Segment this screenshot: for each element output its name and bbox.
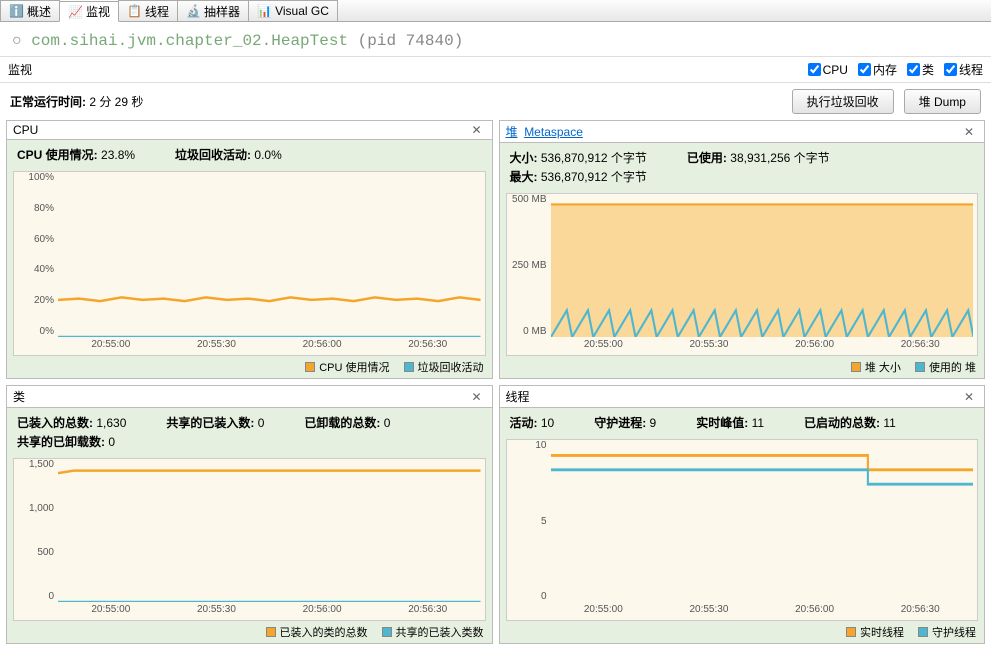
tab-threads[interactable]: 📋 线程 <box>118 0 178 21</box>
process-class: com.sihai.jvm.chapter_02.HeapTest <box>31 32 348 50</box>
tab-label: 抽样器 <box>204 3 240 20</box>
top-tabs: ℹ️ 概述 📈 监视 📋 线程 🔬 抽样器 📊 Visual GC <box>0 0 991 22</box>
tab-label: 概述 <box>27 3 51 20</box>
runtime-label: 正常运行时间: <box>10 95 86 109</box>
threads-title: 线程 <box>506 388 960 405</box>
swatch-icon <box>404 362 414 372</box>
close-icon[interactable]: ✕ <box>467 123 485 137</box>
cpu-usage-label: CPU 使用情况: <box>17 148 98 162</box>
runtime-row: 正常运行时间: 2 分 29 秒 执行垃圾回收 堆 Dump <box>0 83 991 120</box>
charts-grid: CPU✕ CPU 使用情况: 23.8% 垃圾回收活动: 0.0% 100%80… <box>0 120 991 650</box>
metric-toggles: CPU 内存 类 线程 <box>808 61 983 78</box>
info-icon: ℹ️ <box>9 4 23 18</box>
swatch-icon <box>305 362 315 372</box>
cpu-checkbox[interactable] <box>808 63 821 76</box>
cpu-gc-value: 0.0% <box>254 148 281 162</box>
tab-label: 线程 <box>145 3 169 20</box>
cpu-title: CPU <box>13 123 467 137</box>
close-icon[interactable]: ✕ <box>960 390 978 404</box>
threads-active-value: 10 <box>541 416 554 430</box>
tab-monitor[interactable]: 📈 监视 <box>59 1 119 22</box>
heap-dump-button[interactable]: 堆 Dump <box>904 89 981 114</box>
cpu-ylabels: 100%80%60%40%20%0% <box>16 172 54 337</box>
swatch-icon <box>846 627 856 637</box>
swatch-icon <box>915 362 925 372</box>
check-classes[interactable]: 类 <box>907 61 934 78</box>
cpu-panel: CPU✕ CPU 使用情况: 23.8% 垃圾回收活动: 0.0% 100%80… <box>6 120 493 379</box>
heap-plot: 500 MB250 MB0 MB 20:55:0020:55:3020:56:0… <box>506 193 979 356</box>
threads-checkbox[interactable] <box>944 63 957 76</box>
heap-used-value: 38,931,256 个字节 <box>730 151 829 165</box>
cpu-usage-value: 23.8% <box>101 148 135 162</box>
process-pid: (pid 74840) <box>358 32 464 50</box>
metaspace-link[interactable]: Metaspace <box>524 125 583 139</box>
sub-header-label: 监视 <box>8 61 808 78</box>
sampler-icon: 🔬 <box>186 4 200 18</box>
close-icon[interactable]: ✕ <box>960 125 978 139</box>
heap-max-value: 536,870,912 个字节 <box>541 170 647 184</box>
cpu-plot: 100%80%60%40%20%0% 20:55:0020:55:3020:56… <box>13 171 486 356</box>
check-cpu[interactable]: CPU <box>808 61 848 78</box>
runtime-value: 2 分 29 秒 <box>89 95 143 109</box>
title-bar: ○ com.sihai.jvm.chapter_02.HeapTest (pid… <box>0 22 991 57</box>
threads-icon: 📋 <box>127 4 141 18</box>
monitor-icon: 📈 <box>68 5 82 19</box>
visualgc-icon: 📊 <box>257 4 271 18</box>
mem-checkbox[interactable] <box>858 63 871 76</box>
swatch-icon <box>382 627 392 637</box>
gc-button[interactable]: 执行垃圾回收 <box>792 89 894 114</box>
cpu-gc-label: 垃圾回收活动: <box>175 148 251 162</box>
tab-visualgc[interactable]: 📊 Visual GC <box>248 0 338 21</box>
tab-sampler[interactable]: 🔬 抽样器 <box>177 0 249 21</box>
classes-loaded-value: 1,630 <box>96 416 126 430</box>
classes-title: 类 <box>13 388 467 405</box>
swatch-icon <box>851 362 861 372</box>
heap-size-value: 536,870,912 个字节 <box>541 151 647 165</box>
close-icon[interactable]: ✕ <box>467 390 485 404</box>
check-threads[interactable]: 线程 <box>944 61 983 78</box>
classes-plot: 1,5001,0005000 20:55:0020:55:3020:56:002… <box>13 458 486 621</box>
tab-label: Visual GC <box>275 4 329 18</box>
swatch-icon <box>266 627 276 637</box>
classes-panel: 类✕ 已装入的总数: 1,630 共享的已装入数: 0 已卸载的总数: 0 共享… <box>6 385 493 644</box>
classes-checkbox[interactable] <box>907 63 920 76</box>
check-mem[interactable]: 内存 <box>858 61 897 78</box>
heap-link[interactable]: 堆 <box>506 125 518 139</box>
heap-panel: 堆 Metaspace✕ 大小: 536,870,912 个字节 已使用: 38… <box>499 120 986 379</box>
sub-header: 监视 CPU 内存 类 线程 <box>0 57 991 83</box>
tab-label: 监视 <box>86 3 110 20</box>
threads-plot: 1050 20:55:0020:55:3020:56:0020:56:30 <box>506 439 979 621</box>
threads-panel: 线程✕ 活动: 10 守护进程: 9 实时峰值: 11 已启动的总数: 11 1… <box>499 385 986 644</box>
swatch-icon <box>918 627 928 637</box>
tab-overview[interactable]: ℹ️ 概述 <box>0 0 60 21</box>
